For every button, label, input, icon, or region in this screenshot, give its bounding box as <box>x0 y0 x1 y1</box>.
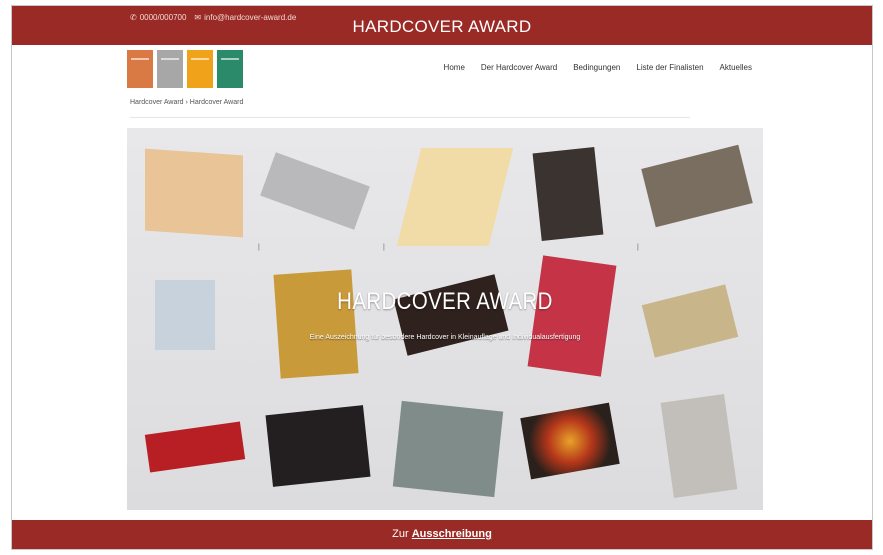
breadcrumb[interactable]: Hardcover Award › Hardcover Award <box>130 99 243 106</box>
book-image <box>145 148 243 238</box>
nav-der-hardcover-award[interactable]: Der Hardcover Award <box>481 63 557 72</box>
book-image <box>265 405 371 487</box>
hero-banner: | | | HARDCOVER AWARD Eine Auszeichnung … <box>127 128 763 510</box>
book-image <box>520 402 620 480</box>
logo-book-green <box>217 50 243 88</box>
slide-number: | <box>383 244 385 251</box>
divider <box>130 117 690 118</box>
book-image <box>144 421 246 473</box>
top-bar: ✆ 0000/000700 ✉ info@hardcover-award.de … <box>12 6 872 45</box>
book-image <box>641 144 753 228</box>
nav-liste-der-finalisten[interactable]: Liste der Finalisten <box>636 63 703 72</box>
cta-prefix: Zur <box>392 528 409 540</box>
slide-number: | <box>637 244 639 251</box>
nav-aktuelles[interactable]: Aktuelles <box>720 63 752 72</box>
hero-subtitle: Eine Auszeichnung für besondere Hardcove… <box>309 334 581 341</box>
logo-book-orange <box>127 50 153 88</box>
slide-number: | <box>258 244 260 251</box>
footer-bar: Zur Ausschreibung <box>12 520 872 549</box>
site-logo[interactable] <box>127 50 243 88</box>
book-image <box>273 269 359 379</box>
logo-book-grey <box>157 50 183 88</box>
site-title: HARDCOVER AWARD <box>352 17 532 36</box>
book-image <box>396 148 514 246</box>
book-image <box>532 147 604 241</box>
book-image <box>527 255 617 377</box>
nav-bedingungen[interactable]: Bedingungen <box>573 63 620 72</box>
nav-home[interactable]: Home <box>444 63 465 72</box>
main-nav: Home Der Hardcover Award Bedingungen Lis… <box>444 63 752 72</box>
hero-title: HARDCOVER AWARD <box>337 288 553 315</box>
logo-book-yellow <box>187 50 213 88</box>
ausschreibung-link[interactable]: Ausschreibung <box>412 528 492 540</box>
page-frame: ✆ 0000/000700 ✉ info@hardcover-award.de … <box>11 5 873 550</box>
book-image <box>260 152 370 230</box>
cta-link-wrapper[interactable]: Zur Ausschreibung <box>392 528 492 540</box>
book-image <box>660 394 738 498</box>
book-image <box>392 400 504 498</box>
